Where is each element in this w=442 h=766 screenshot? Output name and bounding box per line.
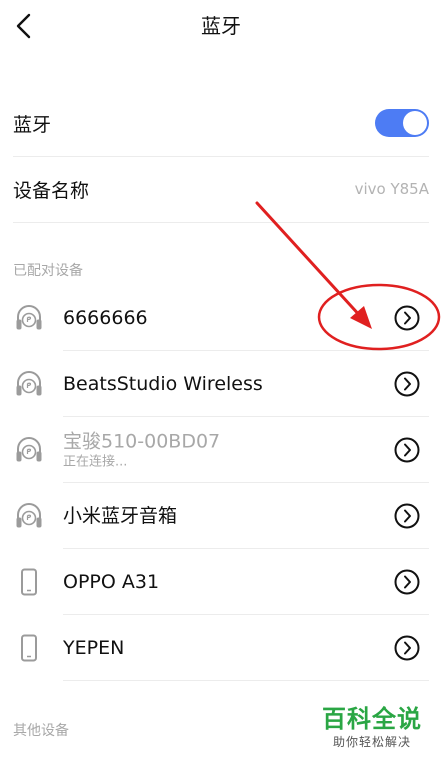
device-detail-button[interactable] <box>393 634 421 662</box>
watermark-title: 百科全说 <box>322 705 422 733</box>
device-text: 6666666 <box>63 306 148 330</box>
other-devices-header: 其他设备 <box>13 723 69 739</box>
bluetooth-toggle-row: 蓝牙 <box>13 94 429 152</box>
chevron-right-circle-icon <box>393 304 421 332</box>
device-name: 小米蓝牙音箱 <box>63 505 178 527</box>
paired-device-row[interactable]: 宝骏510-00BD07 正在连接... <box>13 417 429 483</box>
device-name: YEPEN <box>63 637 125 659</box>
headphones-icon <box>13 368 45 400</box>
watermark: 百科全说 助你轻松解决 <box>312 704 432 750</box>
bluetooth-toggle[interactable] <box>375 109 429 137</box>
device-name-value: vivo Y85A <box>354 180 429 198</box>
toggle-knob <box>403 111 427 135</box>
device-detail-button[interactable] <box>393 304 421 332</box>
device-text: BeatsStudio Wireless <box>63 372 263 396</box>
bluetooth-label: 蓝牙 <box>13 113 52 136</box>
device-name: 宝骏510-00BD07 <box>63 430 221 453</box>
device-name-row[interactable]: 设备名称 vivo Y85A <box>13 160 429 218</box>
device-status: 正在连接... <box>63 454 128 470</box>
paired-device-row[interactable]: OPPO A31 <box>13 549 429 615</box>
device-detail-button[interactable] <box>393 502 421 530</box>
page-title: 蓝牙 <box>201 14 241 38</box>
paired-device-row[interactable]: BeatsStudio Wireless <box>13 351 429 417</box>
device-text: YEPEN <box>63 636 124 660</box>
device-text: OPPO A31 <box>63 570 159 594</box>
divider <box>13 156 429 157</box>
bluetooth-settings-screen: 蓝牙 蓝牙 设备名称 vivo Y85A 已配对设备 6666666 BeatsS… <box>0 0 442 766</box>
device-name: OPPO A31 <box>63 571 160 593</box>
divider <box>13 222 429 223</box>
headphones-icon <box>13 434 45 466</box>
device-name: 6666666 <box>63 307 148 329</box>
device-detail-button[interactable] <box>393 568 421 596</box>
title-bar: 蓝牙 <box>0 0 442 56</box>
headphones-icon <box>13 302 45 334</box>
paired-device-row[interactable]: 6666666 <box>13 285 429 351</box>
paired-device-row[interactable]: 小米蓝牙音箱 <box>13 483 429 549</box>
chevron-right-circle-icon <box>393 634 421 662</box>
chevron-right-circle-icon <box>393 436 421 464</box>
device-detail-button[interactable] <box>393 436 421 464</box>
device-name: BeatsStudio Wireless <box>63 373 263 395</box>
paired-devices-header: 已配对设备 <box>13 263 83 279</box>
chevron-right-circle-icon <box>393 370 421 398</box>
paired-device-row[interactable]: YEPEN <box>13 615 429 681</box>
device-name-label: 设备名称 <box>13 179 90 202</box>
device-text: 宝骏510-00BD07 正在连接... <box>63 430 220 471</box>
device-text: 小米蓝牙音箱 <box>63 504 177 528</box>
headphones-icon <box>13 500 45 532</box>
chevron-right-circle-icon <box>393 568 421 596</box>
watermark-subtitle: 助你轻松解决 <box>332 735 411 749</box>
chevron-right-circle-icon <box>393 502 421 530</box>
divider <box>63 680 429 681</box>
phone-icon <box>13 566 45 598</box>
device-detail-button[interactable] <box>393 370 421 398</box>
phone-icon <box>13 632 45 664</box>
